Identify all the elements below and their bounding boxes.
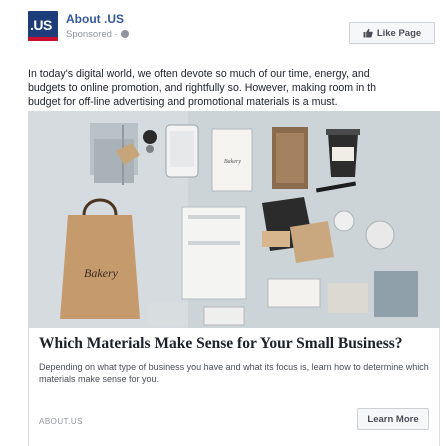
logo-stripe	[28, 37, 58, 41]
like-page-label: Like Page	[376, 27, 422, 39]
link-description: Depending on what type of business you h…	[39, 362, 429, 384]
like-page-button[interactable]: Like Page	[349, 22, 435, 44]
post-line: budget for off-line advertising and prom…	[28, 96, 338, 108]
bag-label: Bakery	[84, 266, 119, 280]
thumbs-up-icon	[363, 28, 373, 38]
link-preview[interactable]: Which Materials Make Sense for Your Smal…	[28, 328, 440, 446]
stationery-mockup-illustration: Bakery Bakery	[28, 111, 440, 328]
ad-image[interactable]: Bakery Bakery	[28, 111, 440, 328]
sponsored-post-card: .US About .US Sponsored · Like Page In t…	[0, 0, 443, 446]
logo-text: .US	[30, 17, 52, 33]
post-line: In today's digital world, we often devot…	[28, 68, 370, 80]
link-headline[interactable]: Which Materials Make Sense for Your Smal…	[39, 335, 403, 353]
learn-more-button[interactable]: Learn More	[357, 408, 429, 430]
post-line: budgets to online promotion, and rightfu…	[28, 82, 377, 94]
sponsored-label: Sponsored ·	[66, 29, 129, 40]
globe-icon	[120, 30, 129, 38]
post-text: In today's digital world, we often devot…	[28, 67, 440, 109]
card-label: Bakery	[224, 159, 241, 165]
page-avatar[interactable]: .US	[28, 11, 58, 41]
link-domain: ABOUT.US	[39, 417, 84, 426]
page-name-link[interactable]: About .US	[66, 12, 124, 26]
sponsored-text: Sponsored ·	[66, 29, 118, 40]
